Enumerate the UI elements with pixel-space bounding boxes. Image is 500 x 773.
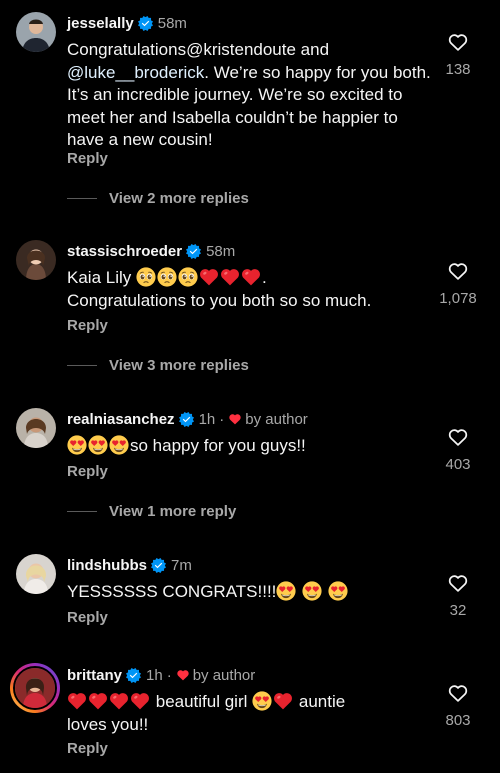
red-heart-emoji: [130, 691, 150, 711]
heart-eyes-emoji: [109, 435, 129, 455]
reply-button[interactable]: Reply: [67, 463, 108, 480]
comment-text: so happy for you guys!!: [67, 435, 437, 458]
red-heart-emoji: [67, 691, 87, 711]
heart-eyes-emoji: [302, 581, 322, 601]
heart-eyes-emoji: [252, 691, 272, 711]
author-liked-heart-icon: [228, 412, 242, 426]
pleading-face-emoji: [178, 267, 198, 287]
username[interactable]: lindshubbs: [67, 557, 147, 574]
verified-badge-icon: [186, 244, 201, 259]
pleading-face-emoji: [157, 267, 177, 287]
comment-text: Congratulations@kristendoute and @luke__…: [67, 40, 431, 149]
username[interactable]: realniasanchez: [67, 411, 175, 428]
avatar-story-ring[interactable]: [10, 663, 60, 713]
username[interactable]: brittany: [67, 667, 122, 684]
separator-dot: ·: [166, 666, 172, 684]
timestamp: 1h: [146, 666, 163, 684]
timestamp: 1h: [198, 410, 216, 428]
like-count: 803: [445, 712, 471, 729]
avatar[interactable]: [16, 12, 56, 52]
like-heart-icon[interactable]: [447, 31, 469, 53]
pleading-face-emoji: [136, 267, 156, 287]
like-count: 1,078: [439, 290, 477, 307]
comment-lindshubbs: lindshubbs 7m YESSSSSS CONGRATS!!!! Repl…: [0, 544, 500, 654]
comment-realniasanchez: realniasanchez 1h · by author so happy f…: [0, 398, 500, 543]
verified-badge-icon: [179, 412, 194, 427]
like-count: 138: [445, 61, 471, 78]
comment-text: YESSSSSS CONGRATS!!!!: [67, 581, 437, 604]
author-liked-heart-icon: [176, 668, 190, 682]
red-heart-emoji: [241, 267, 261, 287]
reply-button[interactable]: Reply: [67, 609, 108, 626]
like-heart-icon[interactable]: [447, 572, 469, 594]
reply-button[interactable]: Reply: [67, 740, 108, 757]
red-heart-emoji: [109, 691, 129, 711]
reply-button[interactable]: Reply: [67, 150, 108, 167]
mention-link[interactable]: @luke__broderick: [67, 63, 204, 82]
separator-dot: ·: [219, 410, 225, 428]
timestamp: 58m: [157, 14, 187, 32]
comment-brittany: brittany 1h · by author beautiful girl a…: [0, 654, 500, 773]
view-more-replies[interactable]: View 2 more replies: [67, 190, 249, 207]
comment-stassischroeder: stassischroeder 58m Kaia Lily . Congratu…: [0, 230, 500, 398]
verified-badge-icon: [126, 668, 141, 683]
heart-eyes-emoji: [67, 435, 87, 455]
like-count: 32: [449, 602, 467, 619]
red-heart-emoji: [199, 267, 219, 287]
red-heart-emoji: [273, 691, 293, 711]
verified-badge-icon: [138, 16, 153, 31]
comment-text: beautiful girl auntie loves you!!: [67, 691, 346, 734]
username[interactable]: stassischroeder: [67, 243, 182, 260]
view-more-replies[interactable]: View 3 more replies: [67, 357, 249, 374]
divider: [67, 365, 97, 366]
comment-jesselally: jesselally 58m Congratulations@kristendo…: [0, 0, 500, 230]
red-heart-emoji: [88, 691, 108, 711]
like-heart-icon[interactable]: [447, 682, 469, 704]
heart-eyes-emoji: [328, 581, 348, 601]
view-more-replies[interactable]: View 1 more reply: [67, 503, 236, 520]
divider: [67, 198, 97, 199]
by-author-label: by author: [192, 666, 256, 684]
avatar[interactable]: [16, 554, 56, 594]
timestamp: 58m: [206, 242, 236, 260]
heart-eyes-emoji: [88, 435, 108, 455]
like-count: 403: [445, 456, 471, 473]
heart-eyes-emoji: [276, 581, 296, 601]
avatar[interactable]: [16, 408, 56, 448]
divider: [67, 511, 97, 512]
reply-button[interactable]: Reply: [67, 317, 108, 334]
like-heart-icon[interactable]: [447, 260, 469, 282]
comment-text: Kaia Lily . Congratulations to you both …: [67, 267, 372, 310]
timestamp: 7m: [171, 556, 192, 574]
avatar[interactable]: [16, 240, 56, 280]
username[interactable]: jesselally: [67, 15, 134, 32]
like-heart-icon[interactable]: [447, 426, 469, 448]
verified-badge-icon: [151, 558, 166, 573]
by-author-label: by author: [245, 410, 308, 428]
red-heart-emoji: [220, 267, 240, 287]
